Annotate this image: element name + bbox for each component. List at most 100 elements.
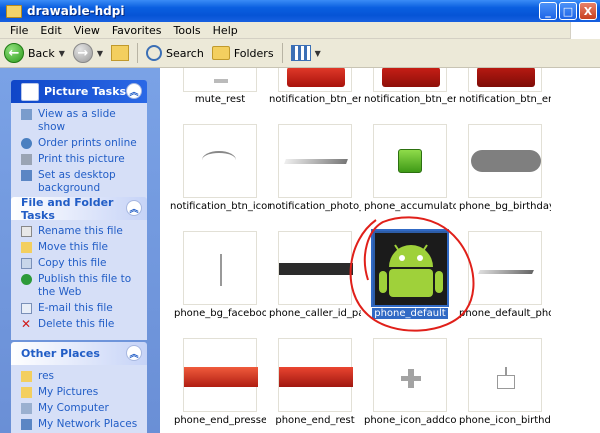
- up-folder-icon: [111, 45, 130, 61]
- task-pane: Picture Tasks ︽ View as a slide show Ord…: [0, 68, 160, 433]
- file-name[interactable]: phone_end_pressed: [174, 415, 266, 426]
- place-my-computer[interactable]: My Computer: [21, 402, 141, 415]
- copy-icon: [21, 258, 32, 269]
- folder-icon: [21, 387, 32, 398]
- toolbar-separator: [137, 43, 139, 63]
- task-copy[interactable]: Copy this file: [21, 257, 141, 270]
- windows-logo: [570, 22, 600, 39]
- maximize-button[interactable]: □: [559, 2, 577, 20]
- red-annotation-circle: [349, 216, 475, 332]
- task-email[interactable]: E-mail this file: [21, 302, 141, 315]
- file-name[interactable]: phone_icon_addconta...: [364, 415, 456, 426]
- file-name[interactable]: mute_rest: [174, 94, 266, 105]
- panel-title: Picture Tasks: [44, 85, 127, 98]
- menu-help[interactable]: Help: [207, 24, 244, 37]
- window-title: drawable-hdpi: [27, 4, 125, 18]
- task-publish[interactable]: Publish this file to the Web: [21, 273, 141, 299]
- collapse-icon[interactable]: ︽: [126, 200, 142, 216]
- search-icon: [146, 45, 163, 61]
- email-icon: [21, 303, 32, 314]
- file-view: mute_rest notification_btn_endc... notif…: [160, 68, 600, 433]
- collapse-icon[interactable]: ︽: [126, 83, 142, 99]
- folders-icon: [211, 46, 230, 60]
- file-thumbnail[interactable]: [183, 231, 257, 305]
- globe-icon: [21, 138, 32, 149]
- forward-arrow-icon: →: [72, 43, 93, 63]
- task-rename[interactable]: Rename this file: [21, 225, 141, 238]
- task-slideshow[interactable]: View as a slide show: [21, 108, 141, 134]
- file-name[interactable]: notification_btn_endc...: [459, 94, 551, 105]
- file-thumbnail[interactable]: [278, 338, 353, 412]
- toolbar-separator: [281, 43, 283, 63]
- rename-icon: [21, 226, 32, 237]
- file-thumbnail[interactable]: [183, 338, 258, 412]
- collapse-icon[interactable]: ︽: [126, 345, 142, 361]
- folder-icon: [21, 371, 32, 382]
- move-icon: [21, 242, 32, 253]
- task-print[interactable]: Print this picture: [21, 153, 141, 166]
- views-button[interactable]: ▼: [287, 41, 325, 65]
- file-thumbnail[interactable]: [373, 68, 447, 92]
- panel-title: Other Places: [21, 347, 100, 360]
- place-my-pictures[interactable]: My Pictures: [21, 386, 141, 399]
- place-network[interactable]: My Network Places: [21, 418, 141, 431]
- back-label: Back: [28, 46, 55, 60]
- place-res[interactable]: res: [21, 370, 141, 383]
- up-folder-button[interactable]: [107, 41, 133, 65]
- task-order-prints[interactable]: Order prints online: [21, 137, 141, 150]
- picture-icon: [21, 82, 39, 101]
- folders-button[interactable]: Folders: [208, 41, 278, 65]
- task-set-background[interactable]: Set as desktop background: [21, 169, 141, 195]
- chevron-down-icon[interactable]: ▼: [59, 49, 65, 58]
- search-button[interactable]: Search: [142, 41, 208, 65]
- printer-icon: [21, 154, 32, 165]
- computer-icon: [21, 403, 32, 414]
- file-thumbnail[interactable]: [468, 124, 542, 198]
- other-places-panel: Other Places ︽ res My Pictures My Comput…: [11, 342, 147, 433]
- network-icon: [21, 419, 32, 430]
- file-thumbnail[interactable]: [183, 68, 257, 92]
- chevron-down-icon[interactable]: ▼: [97, 49, 103, 58]
- file-thumbnail[interactable]: [278, 68, 352, 92]
- file-thumbnail[interactable]: [373, 124, 447, 198]
- file-name[interactable]: phone_bg_facebook.9: [174, 308, 266, 319]
- file-folder-tasks-header[interactable]: File and Folder Tasks ︽: [11, 196, 147, 222]
- slideshow-icon: [21, 109, 32, 120]
- menu-bar: File Edit View Favorites Tools Help: [0, 22, 600, 39]
- file-thumbnail[interactable]: [183, 124, 257, 198]
- minimize-button[interactable]: _: [539, 2, 557, 20]
- search-label: Search: [166, 46, 204, 60]
- globe-icon: [21, 274, 32, 285]
- file-name[interactable]: notification_btn_endc...: [364, 94, 456, 105]
- file-thumbnail[interactable]: [278, 124, 352, 198]
- desktop-icon: [21, 170, 32, 181]
- folders-label: Folders: [233, 46, 274, 60]
- back-arrow-icon: ←: [4, 43, 24, 63]
- file-name[interactable]: phone_end_rest: [269, 415, 361, 426]
- menu-view[interactable]: View: [68, 24, 106, 37]
- picture-tasks-header[interactable]: Picture Tasks ︽: [11, 80, 147, 103]
- back-button[interactable]: ← Back ▼: [0, 41, 69, 65]
- file-name[interactable]: notification_btn_endc...: [269, 94, 361, 105]
- menu-edit[interactable]: Edit: [34, 24, 67, 37]
- menu-file[interactable]: File: [0, 24, 34, 37]
- file-name[interactable]: phone_icon_birthday: [459, 415, 551, 426]
- task-delete[interactable]: ✕ Delete this file: [21, 318, 141, 331]
- file-folder-tasks-panel: File and Folder Tasks ︽ Rename this file…: [11, 196, 147, 340]
- toolbar: ← Back ▼ → ▼ Search Folders ▼: [0, 39, 600, 68]
- menu-favorites[interactable]: Favorites: [106, 24, 168, 37]
- other-places-header[interactable]: Other Places ︽: [11, 342, 147, 365]
- file-name[interactable]: notification_btn_icon_call: [170, 201, 270, 212]
- folder-icon: [6, 4, 22, 18]
- views-icon: [290, 45, 311, 61]
- forward-button[interactable]: → ▼: [69, 41, 107, 65]
- close-button[interactable]: X: [579, 2, 597, 20]
- file-thumbnail[interactable]: [468, 68, 542, 92]
- task-move[interactable]: Move this file: [21, 241, 141, 254]
- file-thumbnail[interactable]: [373, 338, 447, 412]
- chevron-down-icon[interactable]: ▼: [315, 49, 321, 58]
- title-bar: drawable-hdpi _ □ X: [0, 0, 600, 22]
- menu-tools[interactable]: Tools: [168, 24, 207, 37]
- file-thumbnail[interactable]: [468, 338, 542, 412]
- picture-tasks-panel: Picture Tasks ︽ View as a slide show Ord…: [11, 80, 147, 205]
